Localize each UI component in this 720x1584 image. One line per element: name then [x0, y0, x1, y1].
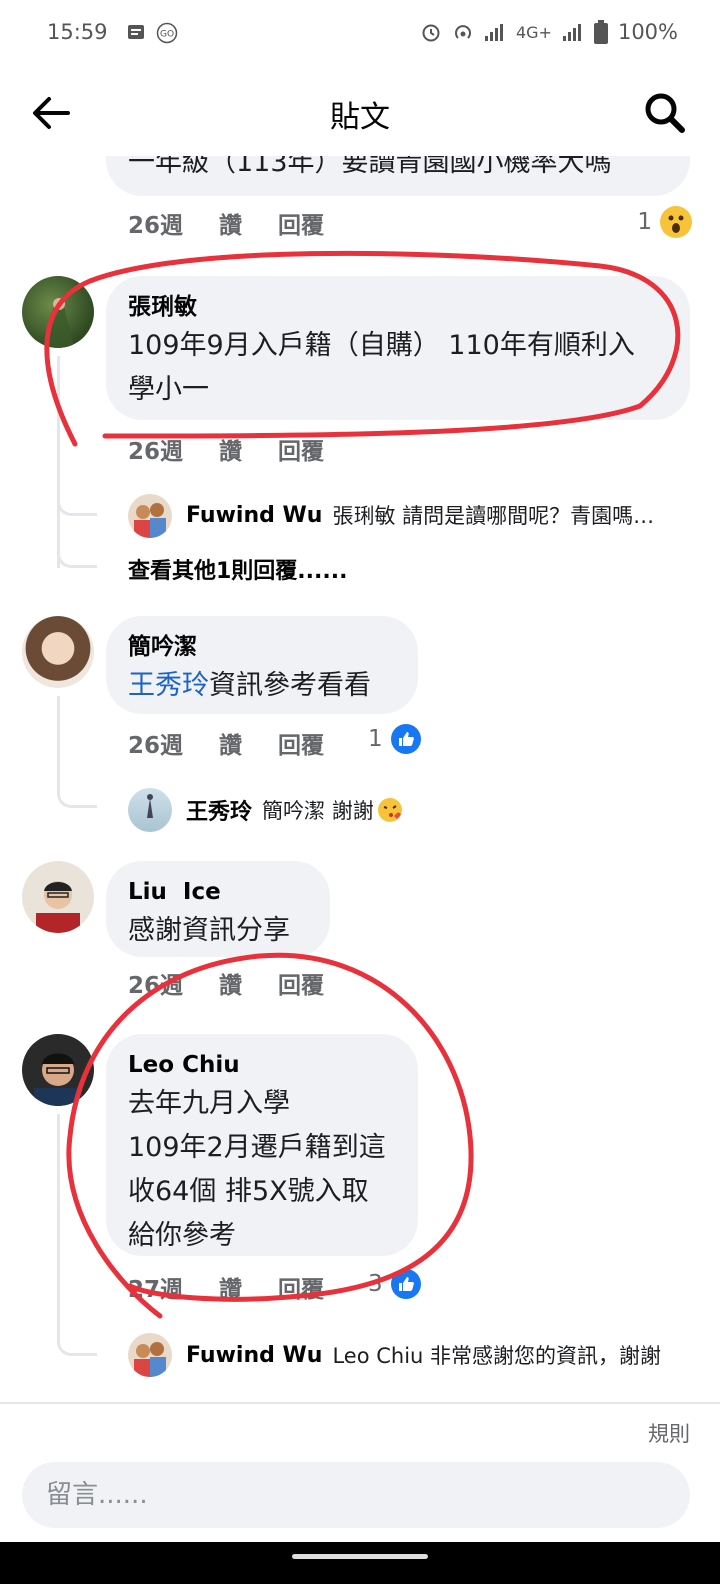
- comment-text-line: 給你參考: [128, 1220, 236, 1251]
- avatar[interactable]: [128, 494, 172, 538]
- comment-text-line: 收64個 排5X號入取: [128, 1176, 369, 1207]
- comment-time: 26週: [128, 439, 184, 465]
- reaction-summary[interactable]: 3: [368, 1269, 421, 1299]
- avatar[interactable]: [22, 1034, 94, 1106]
- comment-text-line: 109年9月入戶籍（自購） 110年有順利入: [128, 330, 635, 361]
- avatar[interactable]: [22, 616, 94, 688]
- comment-author[interactable]: Leo Chiu: [128, 1048, 396, 1082]
- reply-row[interactable]: Fuwind Wu Leo Chiu 非常感謝您的資訊，謝謝: [186, 1340, 686, 1370]
- comment-text: 感謝資訊分享: [128, 915, 290, 946]
- rules-link[interactable]: 規則: [648, 1418, 690, 1448]
- thread-elbow: [57, 1306, 97, 1356]
- status-left-icons: GO: [126, 22, 178, 44]
- reply-link[interactable]: 回覆: [278, 206, 324, 240]
- like-link[interactable]: 讚: [219, 966, 242, 1000]
- reply-text: 簡吟潔 謝謝: [262, 799, 374, 823]
- search-icon[interactable]: [642, 90, 688, 136]
- thread-elbow: [57, 456, 97, 516]
- reply-text: Leo Chiu 非常感謝您的資訊，謝謝: [332, 1344, 662, 1368]
- comment-bubble[interactable]: 張琍敏 109年9月入戶籍（自購） 110年有順利入 學小一: [106, 276, 690, 420]
- reaction-summary[interactable]: 1: [368, 724, 421, 754]
- like-link[interactable]: 讚: [219, 726, 242, 760]
- home-indicator[interactable]: [292, 1554, 428, 1559]
- reaction-count: 1: [368, 726, 383, 752]
- reply-author[interactable]: Fuwind Wu: [186, 1343, 322, 1368]
- like-reaction-icon: [390, 724, 421, 754]
- avatar[interactable]: [22, 861, 94, 933]
- comment-actions: 26週 讚 回覆: [128, 206, 324, 240]
- comment-footer: 規則: [0, 1402, 720, 1542]
- message-notification-icon: [128, 25, 144, 39]
- comment-text-line: 109年2月遷戶籍到這: [128, 1132, 386, 1163]
- reply-row[interactable]: 王秀玲 簡吟潔 謝謝: [186, 794, 606, 826]
- reply-link[interactable]: 回覆: [278, 726, 324, 760]
- reply-link[interactable]: 回覆: [278, 432, 324, 466]
- comment-text: 一年級（113年）要讀青園國小機率大嗎: [128, 156, 612, 178]
- network-type: 4G+: [515, 22, 552, 42]
- comment-author[interactable]: 簡吟潔: [128, 630, 396, 664]
- like-link[interactable]: 讚: [219, 1270, 242, 1304]
- comment-author[interactable]: 張琍敏: [128, 290, 668, 324]
- reply-text: 張琍敏 請問是讀哪間呢？青園嗎…: [332, 504, 655, 528]
- signal-icon-2: [562, 24, 581, 41]
- like-link[interactable]: 讚: [219, 206, 242, 240]
- reaction-count: 3: [368, 1271, 383, 1297]
- like-reaction-icon: [390, 1269, 421, 1299]
- reply-link[interactable]: 回覆: [278, 1270, 324, 1304]
- reply-row[interactable]: Fuwind Wu 張琍敏 請問是讀哪間呢？青園嗎…: [186, 500, 682, 530]
- comment-actions: 26週 讚 回覆: [128, 432, 324, 466]
- battery-percent: 100%: [617, 20, 678, 44]
- battery-icon: [593, 20, 608, 44]
- comment-time: 26週: [128, 973, 184, 999]
- comments-feed[interactable]: 一年級（113年）要讀青園國小機率大嗎 26週 讚 回覆 1 張琍敏 109年9…: [0, 156, 720, 1402]
- avatar[interactable]: [128, 1333, 172, 1377]
- thread-elbow: [57, 526, 97, 568]
- avatar[interactable]: [22, 276, 94, 348]
- wow-reaction-icon: [660, 206, 692, 238]
- svg-text:GO: GO: [160, 30, 174, 40]
- status-bar: 15:59 GO 4G+ 100%: [0, 0, 720, 66]
- comment-time: 27週: [128, 1277, 184, 1303]
- reaction-count: 1: [637, 209, 652, 235]
- reply-link[interactable]: 回覆: [278, 966, 324, 1000]
- reply-author[interactable]: 王秀玲: [186, 794, 252, 826]
- comment-text-line: 去年九月入學: [128, 1088, 290, 1119]
- status-time: 15:59: [47, 20, 108, 44]
- app-header: 貼文: [0, 66, 720, 156]
- comment-input[interactable]: [22, 1462, 690, 1528]
- page-title: 貼文: [330, 100, 390, 135]
- comment-text-line: 學小一: [128, 374, 209, 405]
- signal-icon: [484, 24, 503, 41]
- comment-text: 王秀玲資訊參考看看: [128, 670, 371, 701]
- thread-elbow: [57, 756, 97, 808]
- comment-bubble[interactable]: Leo Chiu 去年九月入學 109年2月遷戶籍到這 收64個 排5X號入取 …: [106, 1034, 418, 1256]
- comment-author[interactable]: Liu Ice: [128, 875, 308, 909]
- comment-actions: 26週 讚 回覆: [128, 726, 324, 760]
- reply-author[interactable]: Fuwind Wu: [186, 503, 322, 528]
- system-nav-bar: [0, 1542, 720, 1584]
- comment-bubble[interactable]: 簡吟潔 王秀玲資訊參考看看: [106, 616, 418, 714]
- comment-bubble[interactable]: Liu Ice 感謝資訊分享: [106, 861, 330, 957]
- comment-actions: 27週 讚 回覆: [128, 1270, 324, 1304]
- like-link[interactable]: 讚: [219, 432, 242, 466]
- reaction-summary[interactable]: 1: [637, 206, 692, 238]
- comment-time: 26週: [128, 733, 184, 759]
- kiss-emoji-icon: [377, 798, 402, 822]
- alarm-icon: [422, 24, 440, 42]
- comment-time: 26週: [128, 213, 184, 239]
- avatar[interactable]: [128, 788, 172, 832]
- status-right-icons: 4G+ 100%: [420, 20, 678, 44]
- thread-line: [57, 1114, 60, 1324]
- go-app-icon: GO: [156, 22, 178, 44]
- comment-actions: 26週 讚 回覆: [128, 966, 324, 1000]
- view-more-replies-link[interactable]: 查看其他1則回覆......: [128, 553, 347, 585]
- comment-bubble[interactable]: 一年級（113年）要讀青園國小機率大嗎: [106, 156, 690, 196]
- mention-link[interactable]: 王秀玲: [128, 670, 209, 701]
- hotspot-icon: [455, 25, 471, 39]
